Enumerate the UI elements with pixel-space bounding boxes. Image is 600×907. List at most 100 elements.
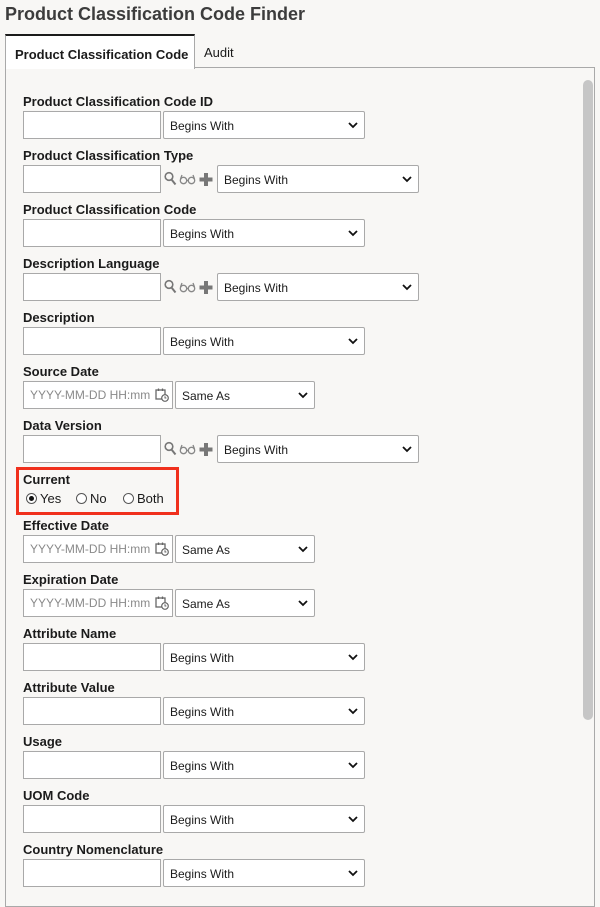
calendar-clock-icon[interactable] <box>155 542 169 556</box>
attribute-value-input[interactable] <box>23 697 161 725</box>
expiration-date-operator-select[interactable]: Same As <box>175 589 315 617</box>
product-classification-code-operator-select[interactable]: Begins With <box>163 219 365 247</box>
expiration-date-picker <box>23 589 173 617</box>
field-data-version: Data Version Begins With <box>23 418 419 463</box>
description-operator-select[interactable]: Begins With <box>163 327 365 355</box>
product-classification-code-input[interactable] <box>23 219 161 247</box>
field-label: Effective Date <box>23 518 109 533</box>
select-value: Begins With <box>170 759 235 773</box>
field-label: Product Classification Code ID <box>23 94 213 109</box>
field-description: Description Begins With <box>23 310 365 355</box>
data-version-operator-select[interactable]: Begins With <box>217 435 419 463</box>
glasses-icon[interactable] <box>179 441 196 462</box>
chevron-down-icon <box>348 338 358 345</box>
effective-date-picker <box>23 535 173 563</box>
page-title: Product Classification Code Finder <box>5 4 306 24</box>
field-usage: Usage Begins With <box>23 734 365 779</box>
chevron-down-icon <box>298 546 308 553</box>
field-label: Country Nomenclature <box>23 842 164 857</box>
search-icon[interactable] <box>164 441 177 462</box>
product-classification-type-input[interactable] <box>23 165 161 193</box>
country-nomenclature-input[interactable] <box>23 859 161 887</box>
select-value: Begins With <box>170 119 235 133</box>
description-language-operator-select[interactable]: Begins With <box>217 273 419 301</box>
data-version-input[interactable] <box>23 435 161 463</box>
chevron-down-icon <box>348 654 358 661</box>
attribute-value-operator-select[interactable]: Begins With <box>163 697 365 725</box>
search-icon[interactable] <box>164 171 177 192</box>
attribute-name-input[interactable] <box>23 643 161 671</box>
field-label: Description Language <box>23 256 160 271</box>
select-value: Begins With <box>224 443 289 457</box>
calendar-clock-icon[interactable] <box>155 388 169 402</box>
product-classification-code-id-input[interactable] <box>23 111 161 139</box>
select-value: Same As <box>182 543 231 557</box>
description-input[interactable] <box>23 327 161 355</box>
field-label: Source Date <box>23 364 99 379</box>
field-uom-code: UOM Code Begins With <box>23 788 365 833</box>
chevron-down-icon <box>298 392 308 399</box>
search-icon[interactable] <box>164 279 177 300</box>
tab-audit[interactable]: Audit <box>195 34 243 68</box>
source-date-input[interactable] <box>24 382 152 408</box>
usage-operator-select[interactable]: Begins With <box>163 751 365 779</box>
chevron-down-icon <box>348 230 358 237</box>
chevron-down-icon <box>348 122 358 129</box>
chevron-down-icon <box>298 600 308 607</box>
select-value: Begins With <box>224 281 289 295</box>
effective-date-operator-select[interactable]: Same As <box>175 535 315 563</box>
field-attribute-value: Attribute Value Begins With <box>23 680 365 725</box>
field-label: Data Version <box>23 418 102 433</box>
attribute-name-operator-select[interactable]: Begins With <box>163 643 365 671</box>
field-country-nomenclature: Country Nomenclature Begins With <box>23 842 365 887</box>
field-label: Attribute Value <box>23 680 115 695</box>
plus-icon[interactable] <box>199 171 213 192</box>
field-expiration-date: Expiration Date Same As <box>23 572 315 617</box>
field-description-language: Description Language Begins With <box>23 256 419 301</box>
select-value: Same As <box>182 597 231 611</box>
select-value: Begins With <box>170 705 235 719</box>
select-value: Begins With <box>170 227 235 241</box>
field-attribute-name: Attribute Name Begins With <box>23 626 365 671</box>
select-value: Same As <box>182 389 231 403</box>
chevron-down-icon <box>348 870 358 877</box>
source-date-operator-select[interactable]: Same As <box>175 381 315 409</box>
calendar-clock-icon[interactable] <box>155 596 169 610</box>
select-value: Begins With <box>224 173 289 187</box>
expiration-date-input[interactable] <box>24 590 152 616</box>
field-label: UOM Code <box>23 788 90 803</box>
uom-code-operator-select[interactable]: Begins With <box>163 805 365 833</box>
plus-icon[interactable] <box>199 279 213 300</box>
effective-date-input[interactable] <box>24 536 152 562</box>
tab-product-classification-code[interactable]: Product Classification Code <box>5 34 195 69</box>
country-nomenclature-operator-select[interactable]: Begins With <box>163 859 365 887</box>
vertical-scrollbar[interactable] <box>583 80 593 720</box>
description-language-input[interactable] <box>23 273 161 301</box>
select-value: Begins With <box>170 651 235 665</box>
field-source-date: Source Date Same As <box>23 364 315 409</box>
product-classification-code-id-operator-select[interactable]: Begins With <box>163 111 365 139</box>
field-label: Product Classification Code <box>23 202 197 217</box>
uom-code-input[interactable] <box>23 805 161 833</box>
field-product-classification-type: Product Classification Type Begins With <box>23 148 419 193</box>
chevron-down-icon <box>402 284 412 291</box>
field-label: Description <box>23 310 95 325</box>
chevron-down-icon <box>402 446 412 453</box>
chevron-down-icon <box>348 708 358 715</box>
field-label: Product Classification Type <box>23 148 194 163</box>
glasses-icon[interactable] <box>179 279 196 300</box>
field-product-classification-code-id: Product Classification Code ID Begins Wi… <box>23 94 365 139</box>
usage-input[interactable] <box>23 751 161 779</box>
chevron-down-icon <box>402 176 412 183</box>
chevron-down-icon <box>348 816 358 823</box>
field-product-classification-code: Product Classification Code Begins With <box>23 202 365 247</box>
field-label: Expiration Date <box>23 572 119 587</box>
plus-icon[interactable] <box>199 441 213 462</box>
highlight-box <box>16 467 179 515</box>
field-label: Usage <box>23 734 63 749</box>
select-value: Begins With <box>170 813 235 827</box>
source-date-picker <box>23 381 173 409</box>
field-label: Attribute Name <box>23 626 117 641</box>
product-classification-type-operator-select[interactable]: Begins With <box>217 165 419 193</box>
glasses-icon[interactable] <box>179 171 196 192</box>
